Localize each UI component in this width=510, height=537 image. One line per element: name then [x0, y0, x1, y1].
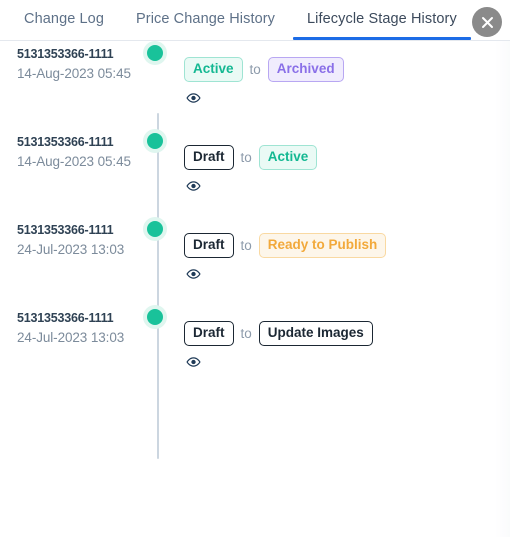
- to-stage-badge: Active: [258, 145, 318, 170]
- timeline-dot-icon: [147, 309, 163, 325]
- from-stage-badge: Draft: [184, 145, 234, 170]
- eye-icon: [186, 92, 201, 103]
- from-stage-badge: Draft: [184, 233, 234, 258]
- entry-meta: 5131353366-1111 24-Jul-2023 13:03: [0, 217, 140, 257]
- entry-stage-change: Draft to Ready to Publish: [176, 217, 387, 285]
- timeline-entry: 5131353366-1111 14-Aug-2023 05:45 Draft to A…: [0, 129, 510, 217]
- stage-transition-label: to: [240, 149, 252, 165]
- eye-icon: [186, 268, 201, 279]
- lifecycle-timeline: 5131353366-1111 14-Aug-2023 05:45 Active to…: [0, 41, 510, 459]
- entry-meta: 5131353366-1111 14-Aug-2023 05:45: [0, 41, 140, 81]
- tab-price-change-history[interactable]: Price Change History: [120, 0, 291, 40]
- tab-list: Change Log Price Change History Lifecycle …: [0, 0, 510, 40]
- eye-icon: [186, 356, 201, 367]
- stage-badge-row: Draft to Update Images: [184, 321, 373, 346]
- close-icon: [481, 16, 493, 28]
- eye-icon: [186, 180, 201, 191]
- entry-record-id: 5131353366-1111: [17, 135, 114, 149]
- entry-timestamp: 24-Jul-2023 13:03: [17, 330, 125, 345]
- timeline-entry-list: 5131353366-1111 14-Aug-2023 05:45 Active to…: [0, 41, 510, 393]
- stage-badge-row: Draft to Ready to Publish: [184, 233, 387, 258]
- entry-record-id: 5131353366-1111: [17, 47, 114, 61]
- view-details-button[interactable]: [186, 356, 201, 368]
- entry-stage-change: Active to Archived: [176, 41, 344, 109]
- entry-actions: [184, 91, 344, 109]
- entry-record-id: 5131353366-1111: [17, 311, 114, 325]
- entry-stage-change: Draft to Active: [176, 129, 318, 197]
- stage-transition-label: to: [240, 325, 252, 341]
- stage-transition-label: to: [240, 237, 252, 253]
- entry-timestamp: 24-Jul-2023 13:03: [17, 242, 125, 257]
- view-details-button[interactable]: [186, 180, 201, 192]
- view-details-button[interactable]: [186, 268, 201, 280]
- to-stage-badge: Ready to Publish: [258, 233, 387, 258]
- tab-bar: Change Log Price Change History Lifecycle …: [0, 0, 510, 41]
- timeline-dot-icon: [147, 133, 163, 149]
- to-stage-badge: Archived: [267, 57, 344, 82]
- timeline-dot-icon: [147, 45, 163, 61]
- from-stage-badge: Draft: [184, 321, 234, 346]
- lifecycle-history-panel: Change Log Price Change History Lifecycle …: [0, 0, 510, 537]
- entry-timestamp: 14-Aug-2023 05:45: [17, 154, 131, 169]
- to-stage-badge: Update Images: [258, 321, 373, 346]
- tab-lifecycle-stage-history[interactable]: Lifecycle Stage History: [291, 0, 473, 40]
- from-stage-badge: Active: [184, 57, 243, 82]
- stage-transition-label: to: [249, 61, 261, 77]
- tab-change-log[interactable]: Change Log: [8, 0, 120, 40]
- entry-meta: 5131353366-1111 14-Aug-2023 05:45: [0, 129, 140, 169]
- timeline-entry: 5131353366-1111 14-Aug-2023 05:45 Active to…: [0, 41, 510, 129]
- entry-record-id: 5131353366-1111: [17, 223, 114, 237]
- entry-actions: [184, 179, 317, 197]
- view-details-button[interactable]: [186, 92, 201, 104]
- stage-badge-row: Active to Archived: [184, 57, 344, 82]
- entry-actions: [184, 355, 373, 373]
- entry-meta: 5131353366-1111 24-Jul-2023 13:03: [0, 305, 140, 345]
- timeline-entry: 5131353366-1111 24-Jul-2023 13:03 Draft to U…: [0, 305, 510, 393]
- close-button[interactable]: [472, 7, 502, 37]
- timeline-dot-icon: [147, 221, 163, 237]
- entry-actions: [184, 267, 386, 285]
- entry-stage-change: Draft to Update Images: [176, 305, 373, 373]
- stage-badge-row: Draft to Active: [184, 145, 318, 170]
- timeline-entry: 5131353366-1111 24-Jul-2023 13:03 Draft to R…: [0, 217, 510, 305]
- entry-timestamp: 14-Aug-2023 05:45: [17, 66, 131, 81]
